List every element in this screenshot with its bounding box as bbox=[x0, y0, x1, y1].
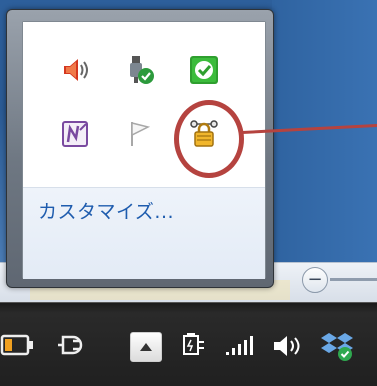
zoom-slider[interactable] bbox=[330, 278, 377, 281]
dropbox-icon[interactable] bbox=[320, 330, 356, 362]
onenote-icon[interactable] bbox=[60, 118, 92, 150]
power-plug-icon[interactable] bbox=[52, 332, 86, 358]
show-hidden-icons-button[interactable] bbox=[130, 332, 162, 362]
highlight-circle-annotation bbox=[174, 100, 244, 178]
network-signal-icon[interactable] bbox=[224, 334, 258, 356]
triangle-up-icon bbox=[140, 343, 152, 351]
volume-icon[interactable] bbox=[60, 54, 92, 86]
window-background bbox=[272, 0, 377, 275]
customize-link[interactable]: カスタマイズ... bbox=[38, 197, 174, 224]
power-icon[interactable] bbox=[178, 330, 208, 360]
green-check-icon[interactable] bbox=[188, 54, 220, 86]
usb-safely-remove-icon[interactable] bbox=[124, 54, 156, 86]
volume-icon[interactable] bbox=[270, 332, 304, 360]
action-center-flag-icon[interactable] bbox=[124, 118, 156, 150]
zoom-out-button[interactable]: − bbox=[302, 267, 328, 293]
battery-icon[interactable] bbox=[0, 332, 36, 358]
